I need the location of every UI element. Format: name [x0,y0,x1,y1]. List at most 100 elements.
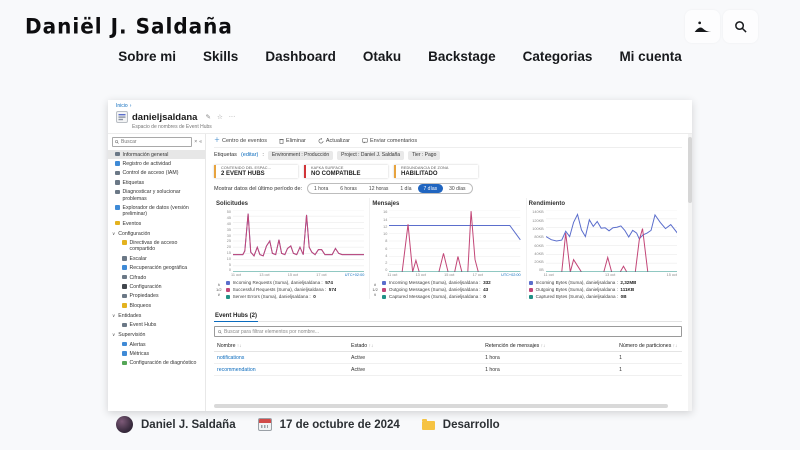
author-avatar[interactable] [116,416,133,433]
legend-item[interactable]: Incoming Bytes (Suma), danieljsaldana :2… [529,280,637,285]
gear-icon [122,284,127,289]
search-button[interactable] [723,10,758,43]
more-options-icon[interactable]: ··· [229,113,236,121]
sidebar-item-registro-actividad[interactable]: Registro de actividad [108,159,205,168]
time-option-7d[interactable]: 7 días [418,184,444,193]
command-bar: ＋Centro de eventos Eliminar Actualizar E… [214,136,682,148]
time-range-row: Mostrar datos del último período de: 1 h… [214,183,682,194]
event-hubs-namespace-icon [116,111,128,123]
nav-categorias[interactable]: Categorias [523,49,593,64]
post-category[interactable]: Desarrollo [443,419,500,431]
tags-row: Etiquetas (editar) : Environment : Produ… [214,148,682,162]
sidebar-item-explorador-datos[interactable]: Explorador de datos (versión preliminar) [108,203,205,219]
sidebar-search-input[interactable]: Buscar [112,137,192,147]
table-row[interactable]: notifications Active 1 hora 1 [214,352,682,364]
site-logo[interactable]: Daniël J. Saldaña [25,13,233,39]
event-hub-link[interactable]: notifications [214,355,348,361]
nav-mi-cuenta[interactable]: Mi cuenta [619,49,681,64]
refresh-button[interactable]: Actualizar [318,138,350,144]
breadcrumb[interactable]: Inicio› [108,100,692,110]
column-nombre[interactable]: Nombre ↑↓ [214,343,348,349]
time-option-1h[interactable]: 1 hora [308,184,334,193]
tags-edit-link[interactable]: (editar) [241,152,258,158]
legend-item[interactable]: Incoming Requests (Suma), danieljsaldana… [226,280,337,285]
summary-cards: CONTENIDO DEL ESPAC...2 EVENT HUBS KAFKA… [214,165,682,179]
legend-item[interactable]: Incoming Messages (Suma), danieljsaldana… [382,280,491,285]
sidebar-item-metricas[interactable]: Métricas [108,349,205,358]
nav-dashboard[interactable]: Dashboard [265,49,336,64]
legend-item[interactable]: Successful Requests (Suma), danieljsalda… [226,287,337,292]
sidebar-group-entidades[interactable]: ∨Entidades [108,311,205,321]
nav-backstage[interactable]: Backstage [428,49,496,64]
sidebar-item-eventos[interactable]: Eventos [108,219,205,228]
legend-item[interactable]: Outgoing Bytes (Suma), danieljsaldana :1… [529,287,637,292]
table-row[interactable]: recommendation Active 1 hora 1 [214,364,682,376]
mountain-icon-button[interactable] [685,10,720,43]
legend-item[interactable]: Captured Messages (Suma), danieljsaldana… [382,294,491,299]
sort-icon[interactable]: ↑↓ [673,343,678,348]
new-event-hub-button[interactable]: ＋Centro de eventos [214,138,267,144]
tab-event-hubs[interactable]: Event Hubs (2) [214,313,258,322]
sort-icon[interactable]: ↑↓ [237,343,242,348]
time-option-6h[interactable]: 6 horas [334,184,363,193]
legend-item[interactable]: Outgoing Messages (Suma), danieljsaldana… [382,287,491,292]
azure-screenshot-card[interactable]: Inicio› danieljsaldana ✎ ☆ ··· Espacio d… [108,100,692,411]
card-contenido[interactable]: CONTENIDO DEL ESPAC...2 EVENT HUBS [214,165,298,179]
sidebar-item-diagnosticar[interactable]: Diagnosticar y solucionar problemas [108,188,205,204]
sidebar-group-configuracion[interactable]: ∨Configuración [108,228,205,238]
sidebar-item-directivas[interactable]: Directivas de acceso compartido [108,238,205,254]
nav-skills[interactable]: Skills [203,49,238,64]
sidebar-item-informacion-general[interactable]: Información general [108,150,205,159]
column-retencion[interactable]: Retención de mensajes ↑↓ [482,343,616,349]
time-option-1d[interactable]: 1 día [394,184,417,193]
favorite-star-icon[interactable]: ☆ [217,113,223,121]
card-redundancia[interactable]: REDUNDANCIA DE ZONAHABILITADO [394,165,478,179]
sidebar-item-cifrado[interactable]: Cifrado [108,273,205,282]
sidebar-item-propiedades[interactable]: Propiedades [108,292,205,301]
chart-mensajes: Mensajes 161412108642011 oct13 oct15 oct… [369,198,525,299]
event-hub-link[interactable]: recommendation [214,367,348,373]
clear-search-icon[interactable]: × [194,139,197,145]
sidebar-group-supervision[interactable]: ∨Supervisión [108,330,205,340]
nav-sobre-mi[interactable]: Sobre mi [118,49,176,64]
sidebar-item-config-diagnostico[interactable]: Configuración de diagnóstico [108,359,205,368]
sidebar-item-bloqueos[interactable]: Bloqueos [108,301,205,310]
vertical-scrollbar[interactable] [688,134,692,411]
sidebar-item-event-hubs[interactable]: Event Hubs [108,321,205,330]
legend-swatch [382,281,387,286]
sidebar-item-escalar[interactable]: Escalar [108,254,205,263]
feedback-button[interactable]: Enviar comentarios [362,138,417,144]
mountain-icon [693,19,713,35]
time-range-selector: 1 hora 6 horas 12 horas 1 día 7 días 30 … [307,183,473,194]
column-particiones[interactable]: Número de particiones ↑↓ [616,343,682,349]
legend-pager[interactable]: ∧1/2∨ [372,282,378,297]
sidebar-item-etiquetas[interactable]: Etiquetas [108,178,205,187]
sidebar-item-recuperacion[interactable]: Recuperación geográfica [108,263,205,272]
legend-pager[interactable]: ∧1/2∨ [216,282,222,297]
post-author[interactable]: Daniel J. Saldaña [141,419,236,431]
collapse-sidebar-icon[interactable]: « [199,139,202,145]
tag-project[interactable]: Project : Daniel J. Saldaña [337,151,404,160]
table-filter-input[interactable]: Buscar para filtrar elementos por nombre… [214,326,682,337]
legend-item[interactable]: Server Errors (Suma), danieljsaldana :0 [226,294,337,299]
sidebar-item-control-acceso[interactable]: Control de acceso (IAM) [108,169,205,178]
time-option-30d[interactable]: 30 días [443,184,471,193]
search-icon [734,20,747,33]
chart-plot [389,210,520,272]
sidebar-item-configuracion[interactable]: Configuración [108,282,205,291]
nav-otaku[interactable]: Otaku [363,49,401,64]
tag-tier[interactable]: Tier : Pago [408,151,440,160]
card-kafka-surface[interactable]: KAFKA SURFACENO COMPATIBLE [304,165,388,179]
sort-icon[interactable]: ↑↓ [369,343,374,348]
delete-button[interactable]: Eliminar [279,138,306,144]
column-estado[interactable]: Estado ↑↓ [348,343,482,349]
tag-environment[interactable]: Environment : Producción [268,151,333,160]
legend-item[interactable]: Captured Bytes (Suma), danieljsaldana :0… [529,294,637,299]
time-option-12h[interactable]: 12 horas [363,184,394,193]
sort-icon[interactable]: ↑↓ [541,343,546,348]
edit-icon[interactable]: ✎ [205,113,210,121]
sidebar-item-alertas[interactable]: Alertas [108,340,205,349]
diagnostic-settings-icon [122,361,127,366]
tags-icon [115,180,120,185]
horizontal-scrollbar[interactable] [214,404,668,408]
